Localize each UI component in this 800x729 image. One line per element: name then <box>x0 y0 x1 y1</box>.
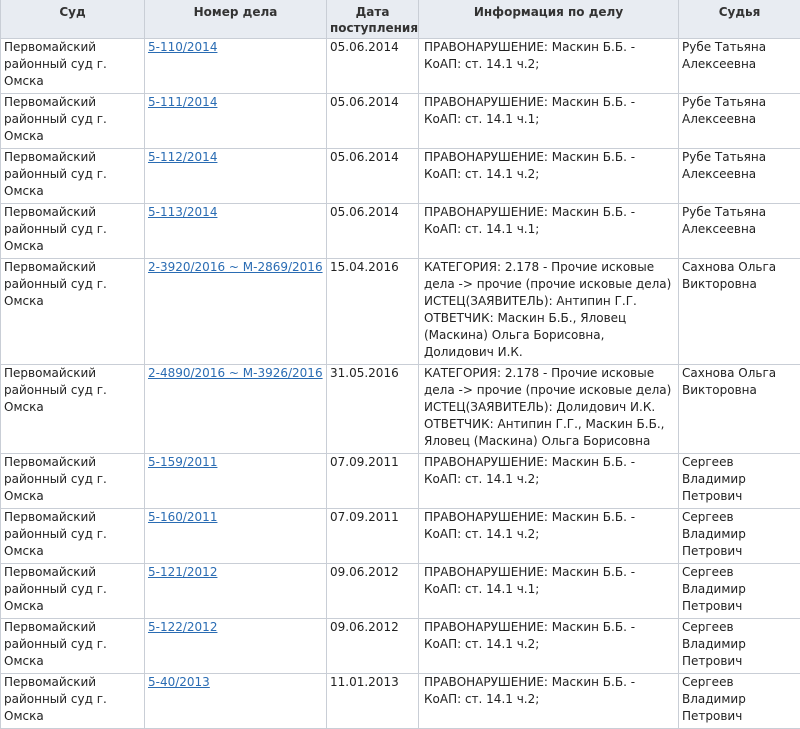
table-row: Первомайский районный суд г. Омска5-160/… <box>1 509 800 564</box>
case-number-link[interactable]: 5-121/2012 <box>148 565 217 579</box>
case-info-cell: ПРАВОНАРУШЕНИЕ: Маскин Б.Б. - КоАП: ст. … <box>419 94 679 149</box>
case-number-cell: 5-110/2014 <box>145 39 327 94</box>
filing-date-cell: 05.06.2014 <box>327 149 419 204</box>
table-row: Первомайский районный суд г. Омска5-122/… <box>1 619 800 674</box>
case-info-cell: ПРАВОНАРУШЕНИЕ: Маскин Б.Б. - КоАП: ст. … <box>419 619 679 674</box>
case-info-cell: ПРАВОНАРУШЕНИЕ: Маскин Б.Б. - КоАП: ст. … <box>419 149 679 204</box>
table-row: Первомайский районный суд г. Омска2-4890… <box>1 365 800 454</box>
judge-cell: Рубе Татьяна Алексеевна <box>679 39 800 94</box>
filing-date-cell: 31.05.2016 <box>327 365 419 454</box>
case-number-link[interactable]: 2-4890/2016 ~ М-3926/2016 <box>148 366 323 380</box>
court-cell: Первомайский районный суд г. Омска <box>1 674 145 729</box>
court-cell: Первомайский районный суд г. Омска <box>1 454 145 509</box>
judge-cell: Сахнова Ольга Викторовна <box>679 259 800 365</box>
judge-cell: Сахнова Ольга Викторовна <box>679 365 800 454</box>
case-number-cell: 2-4890/2016 ~ М-3926/2016 <box>145 365 327 454</box>
case-number-cell: 5-40/2013 <box>145 674 327 729</box>
case-number-cell: 5-113/2014 <box>145 204 327 259</box>
case-number-cell: 5-159/2011 <box>145 454 327 509</box>
case-info-cell: ПРАВОНАРУШЕНИЕ: Маскин Б.Б. - КоАП: ст. … <box>419 674 679 729</box>
case-number-cell: 5-122/2012 <box>145 619 327 674</box>
filing-date-cell: 07.09.2011 <box>327 509 419 564</box>
table-row: Первомайский районный суд г. Омска5-110/… <box>1 39 800 94</box>
court-cell: Первомайский районный суд г. Омска <box>1 509 145 564</box>
filing-date-cell: 07.09.2011 <box>327 454 419 509</box>
judge-cell: Рубе Татьяна Алексеевна <box>679 149 800 204</box>
court-cell: Первомайский районный суд г. Омска <box>1 149 145 204</box>
court-cell: Первомайский районный суд г. Омска <box>1 365 145 454</box>
filing-date-cell: 09.06.2012 <box>327 564 419 619</box>
filing-date-cell: 05.06.2014 <box>327 39 419 94</box>
case-number-cell: 2-3920/2016 ~ М-2869/2016 <box>145 259 327 365</box>
table-header-row: Суд Номер дела Дата поступления Информац… <box>1 0 800 39</box>
table-row: Первомайский районный суд г. Омска5-40/2… <box>1 674 800 729</box>
column-header-date: Дата поступления <box>327 0 419 39</box>
judge-cell: Сергеев Владимир Петрович <box>679 454 800 509</box>
case-number-link[interactable]: 5-113/2014 <box>148 205 217 219</box>
table-row: Первомайский районный суд г. Омска5-121/… <box>1 564 800 619</box>
table-row: Первомайский районный суд г. Омска5-112/… <box>1 149 800 204</box>
case-number-cell: 5-160/2011 <box>145 509 327 564</box>
judge-cell: Рубе Татьяна Алексеевна <box>679 204 800 259</box>
table-row: Первомайский районный суд г. Омска5-159/… <box>1 454 800 509</box>
judge-cell: Сергеев Владимир Петрович <box>679 674 800 729</box>
court-cases-table: Суд Номер дела Дата поступления Информац… <box>0 0 800 729</box>
filing-date-cell: 05.06.2014 <box>327 94 419 149</box>
column-header-case-info: Информация по делу <box>419 0 679 39</box>
filing-date-cell: 11.01.2013 <box>327 674 419 729</box>
case-number-link[interactable]: 5-112/2014 <box>148 150 217 164</box>
case-number-cell: 5-112/2014 <box>145 149 327 204</box>
case-info-cell: ПРАВОНАРУШЕНИЕ: Маскин Б.Б. - КоАП: ст. … <box>419 39 679 94</box>
court-cell: Первомайский районный суд г. Омска <box>1 619 145 674</box>
case-info-cell: ПРАВОНАРУШЕНИЕ: Маскин Б.Б. - КоАП: ст. … <box>419 564 679 619</box>
judge-cell: Сергеев Владимир Петрович <box>679 564 800 619</box>
court-cell: Первомайский районный суд г. Омска <box>1 204 145 259</box>
case-number-link[interactable]: 5-111/2014 <box>148 95 217 109</box>
case-info-cell: ПРАВОНАРУШЕНИЕ: Маскин Б.Б. - КоАП: ст. … <box>419 509 679 564</box>
table-row: Первомайский районный суд г. Омска5-113/… <box>1 204 800 259</box>
filing-date-cell: 09.06.2012 <box>327 619 419 674</box>
case-number-link[interactable]: 5-110/2014 <box>148 40 217 54</box>
case-number-link[interactable]: 5-159/2011 <box>148 455 217 469</box>
column-header-court: Суд <box>1 0 145 39</box>
case-number-cell: 5-121/2012 <box>145 564 327 619</box>
case-number-cell: 5-111/2014 <box>145 94 327 149</box>
table-row: Первомайский районный суд г. Омска2-3920… <box>1 259 800 365</box>
filing-date-cell: 15.04.2016 <box>327 259 419 365</box>
judge-cell: Сергеев Владимир Петрович <box>679 619 800 674</box>
court-cell: Первомайский районный суд г. Омска <box>1 94 145 149</box>
case-number-link[interactable]: 5-122/2012 <box>148 620 217 634</box>
case-info-cell: ПРАВОНАРУШЕНИЕ: Маскин Б.Б. - КоАП: ст. … <box>419 454 679 509</box>
court-cell: Первомайский районный суд г. Омска <box>1 564 145 619</box>
filing-date-cell: 05.06.2014 <box>327 204 419 259</box>
column-header-judge: Судья <box>679 0 800 39</box>
court-cell: Первомайский районный суд г. Омска <box>1 259 145 365</box>
table-row: Первомайский районный суд г. Омска5-111/… <box>1 94 800 149</box>
case-number-link[interactable]: 5-40/2013 <box>148 675 210 689</box>
case-number-link[interactable]: 5-160/2011 <box>148 510 217 524</box>
case-info-cell: КАТЕГОРИЯ: 2.178 - Прочие исковые дела -… <box>419 259 679 365</box>
judge-cell: Сергеев Владимир Петрович <box>679 509 800 564</box>
case-number-link[interactable]: 2-3920/2016 ~ М-2869/2016 <box>148 260 323 274</box>
judge-cell: Рубе Татьяна Алексеевна <box>679 94 800 149</box>
case-info-cell: КАТЕГОРИЯ: 2.178 - Прочие исковые дела -… <box>419 365 679 454</box>
case-info-cell: ПРАВОНАРУШЕНИЕ: Маскин Б.Б. - КоАП: ст. … <box>419 204 679 259</box>
court-cell: Первомайский районный суд г. Омска <box>1 39 145 94</box>
column-header-case-number: Номер дела <box>145 0 327 39</box>
